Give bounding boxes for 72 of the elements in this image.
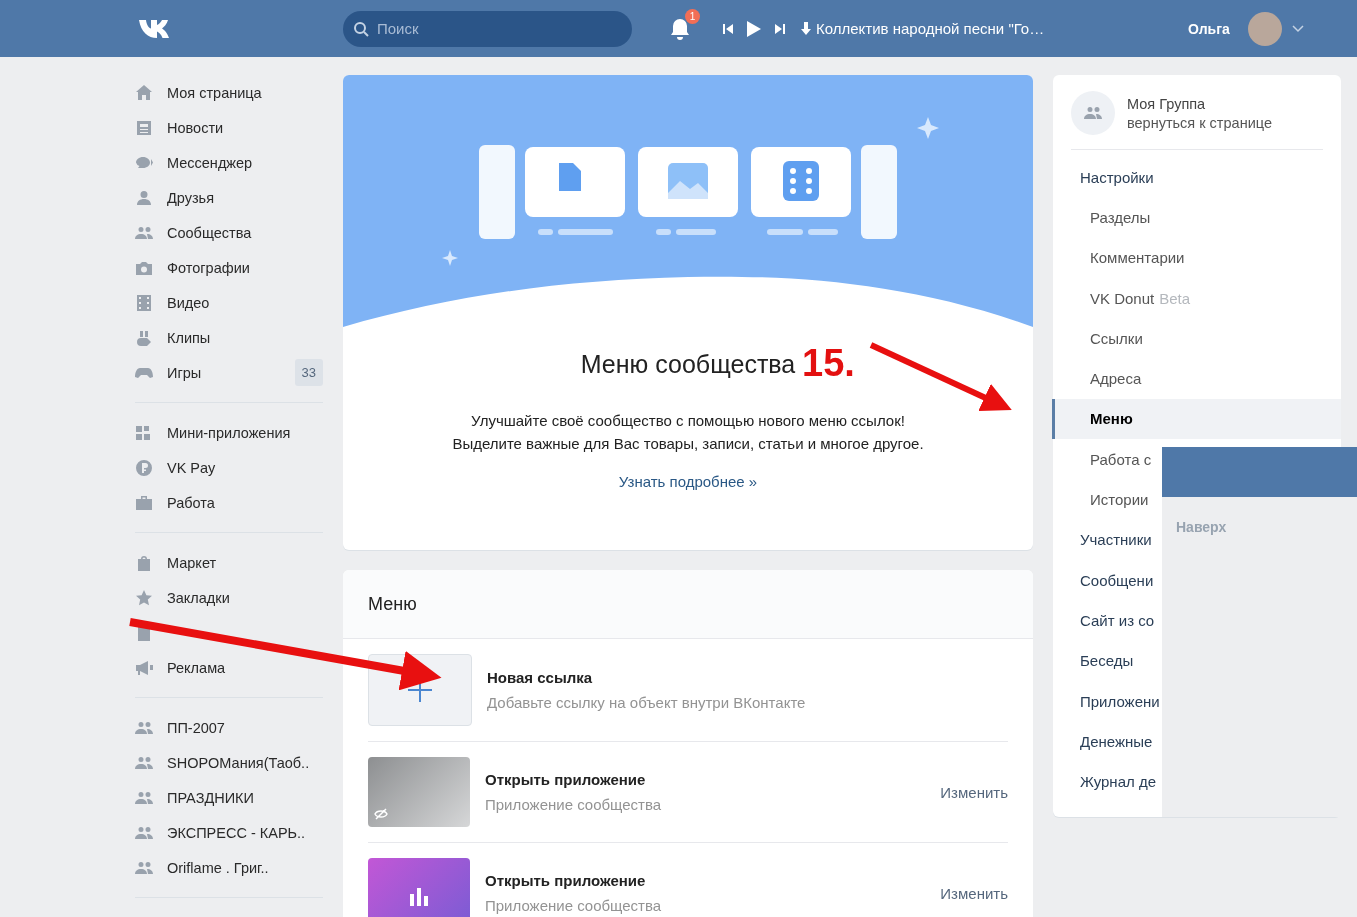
back-link[interactable]: вернуться к странице [1127, 114, 1272, 131]
search-icon [353, 20, 369, 37]
play-button[interactable] [746, 19, 762, 38]
nav-item[interactable]: Реклама [135, 650, 323, 685]
nav-item[interactable]: Сообщества [135, 215, 323, 250]
link-title: Новая ссылка [487, 669, 594, 686]
learn-more-link[interactable]: Узнать подробнее » [618, 473, 758, 490]
nav-item[interactable]: Моя страница [135, 75, 323, 110]
bell-icon[interactable] [668, 16, 692, 41]
menu-icon [135, 188, 153, 207]
nav-item[interactable]: ПП-2007 [135, 710, 323, 745]
eye-off-icon [374, 807, 388, 821]
nav-item[interactable]: Игры 33 [135, 355, 323, 390]
edit-link[interactable]: Изменить [940, 783, 1008, 801]
annotation-number: 15. [802, 342, 855, 385]
settings-subitem[interactable]: Ссылки [1052, 318, 1341, 359]
nav-item[interactable]: Фотографии [135, 250, 323, 285]
group-avatar[interactable] [1071, 91, 1115, 135]
nav-item[interactable]: ПРАЗДНИКИ [135, 780, 323, 815]
group-name[interactable]: Моя Группа [1127, 95, 1272, 112]
link-title: Открыть приложение [485, 872, 647, 889]
app-thumbnail[interactable] [368, 858, 470, 917]
menu-icon [135, 423, 153, 442]
promo-title: Меню сообщества [580, 350, 796, 379]
search-input[interactable]: Поиск [375, 19, 619, 38]
nav-item[interactable]: Работа [135, 485, 323, 520]
user-name[interactable]: Ольга [1188, 20, 1230, 37]
edit-link[interactable]: Изменить [940, 884, 1008, 902]
nav-item[interactable]: ЭКСПРЕСС - КАРЬ.. [135, 815, 323, 850]
download-icon[interactable] [800, 21, 812, 36]
settings-subitem[interactable]: Разделы [1052, 197, 1341, 238]
notification-badge: 1 [685, 8, 700, 24]
nav-item[interactable]: Клипы [135, 320, 323, 355]
nav-item[interactable]: Друзья [135, 180, 323, 215]
nav-item[interactable]: Видео [135, 285, 323, 320]
link-subtitle: Приложение сообщества [485, 897, 663, 914]
menu-icon [135, 658, 153, 677]
beta-label: Beta [1159, 289, 1191, 307]
nav-item[interactable]: Oriflame . Григ.. [135, 850, 323, 885]
settings-subitem[interactable]: Адреса [1052, 358, 1341, 399]
promo-description: Улучшайте своё сообщество с помощью нового меню ссылок! [471, 411, 905, 431]
menu-icon [135, 83, 153, 102]
menu-icon [135, 118, 153, 137]
settings-subitem[interactable]: Меню [1052, 398, 1341, 440]
nav-item[interactable]: Мини-приложения [135, 415, 323, 450]
nav-item[interactable]: VK Pay [135, 450, 323, 485]
next-button[interactable] [774, 22, 786, 35]
menu-icon [135, 553, 153, 572]
count-badge: 33 [294, 359, 323, 386]
menu-icon [135, 458, 153, 477]
nav-item[interactable]: Новости [135, 110, 323, 145]
promo-description: Выделите важные для Вас товары, записи, статьи и многое другое. [452, 434, 924, 454]
nav-item[interactable]: Закладки [135, 580, 323, 615]
menu-title: Меню [343, 570, 1033, 639]
link-subtitle: Добавьте ссылку на объект внутри ВКонтакте [487, 694, 807, 711]
menu-icon [135, 588, 153, 607]
menu-icon [135, 493, 153, 512]
nav-item[interactable]: Маркет [135, 545, 323, 580]
nav-item[interactable]: Мессенджер [135, 145, 323, 180]
settings-subitem[interactable]: Комментарии [1052, 237, 1341, 278]
settings-item[interactable]: Настройки [1052, 157, 1341, 198]
search-field[interactable]: Поиск [343, 10, 632, 47]
nav-item[interactable]: SHOPOМания(Таоб.. [135, 745, 323, 780]
people-icon [1084, 104, 1102, 122]
menu-icon [135, 293, 153, 312]
settings-subitem[interactable]: VK Donut Beta [1052, 277, 1341, 319]
menu-icon [135, 328, 153, 347]
link-subtitle: Приложение сообщества [485, 796, 663, 813]
previous-button[interactable] [722, 22, 734, 35]
track-title[interactable]: Коллектив народной песни "Го… [816, 20, 1045, 37]
caret-icon[interactable] [1291, 24, 1304, 33]
link-title: Открыть приложение [485, 771, 647, 788]
